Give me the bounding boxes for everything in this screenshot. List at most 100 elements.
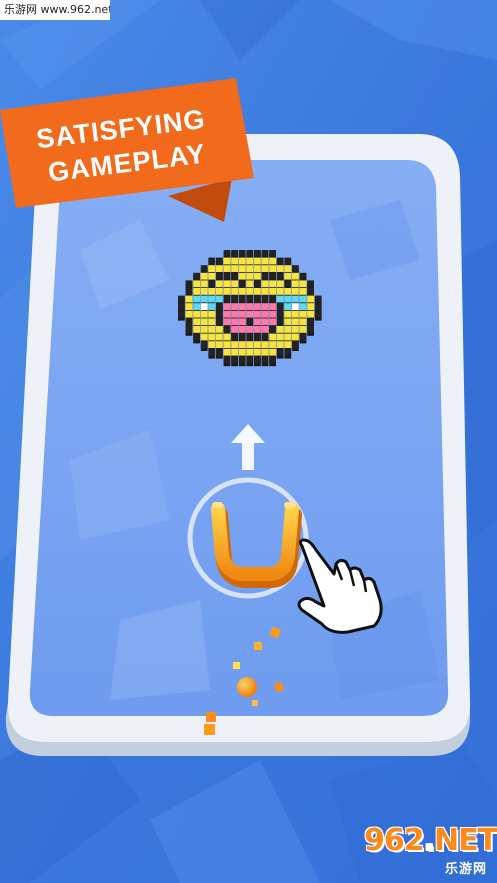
pixel-block <box>200 295 208 303</box>
pixel-block <box>284 333 292 341</box>
pixel-block <box>276 272 284 280</box>
pixel-block <box>261 341 269 348</box>
pixel-block <box>284 326 292 333</box>
pixel-block <box>261 288 269 295</box>
pixel-block <box>223 341 231 348</box>
pixel-block <box>292 341 299 348</box>
pixel-block <box>284 265 292 272</box>
pixel-block <box>223 280 231 288</box>
pixel-block <box>276 341 284 348</box>
pixel-block <box>299 333 307 341</box>
pixel-block <box>216 303 223 310</box>
pixel-block <box>185 295 193 303</box>
pixel-block <box>208 303 216 310</box>
pixel-block <box>292 303 299 310</box>
pixel-block <box>246 257 254 265</box>
pixel-block <box>223 310 231 318</box>
pixel-block <box>299 318 307 326</box>
game-scene[interactable]: SATISFYING GAMEPLAY <box>0 0 497 883</box>
pixel-block <box>238 318 246 326</box>
pixel-block <box>292 333 299 341</box>
pixel-block <box>185 310 193 318</box>
pixel-block <box>292 318 299 326</box>
pixel-block <box>292 288 299 295</box>
pixel-block <box>269 250 276 257</box>
pixel-block <box>200 318 208 326</box>
pixel-block <box>269 303 276 310</box>
pixel-block <box>254 280 261 288</box>
pixel-block <box>231 288 238 295</box>
pixel-block <box>223 250 231 257</box>
pixel-block <box>276 295 284 303</box>
pixel-block <box>238 341 246 348</box>
pixel-block <box>276 303 284 310</box>
pixel-block <box>193 333 200 341</box>
pixel-block <box>269 257 276 265</box>
pixel-block <box>284 318 292 326</box>
pixel-block <box>216 280 223 288</box>
pixel-block <box>292 295 299 303</box>
pixel-block <box>276 288 284 295</box>
pixel-block <box>200 303 208 310</box>
pixel-block <box>246 341 254 348</box>
pixel-block <box>299 310 307 318</box>
pixel-block <box>223 265 231 272</box>
pixel-block <box>246 272 254 280</box>
logo-main: 962.NET <box>364 823 497 858</box>
pixel-block <box>284 295 292 303</box>
pixel-block <box>185 303 193 310</box>
pixel-block <box>261 318 269 326</box>
pixel-block <box>261 310 269 318</box>
pixel-block <box>200 272 208 280</box>
pixel-block <box>261 333 269 341</box>
pixel-block <box>238 356 246 364</box>
pixel-block <box>231 333 238 341</box>
pixel-block <box>254 356 261 364</box>
pixel-block <box>231 326 238 333</box>
pixel-block <box>200 341 208 348</box>
pixel-block <box>307 280 314 288</box>
pixel-block <box>238 348 246 356</box>
pixel-block <box>261 250 269 257</box>
pixel-block <box>208 272 216 280</box>
pixel-block <box>276 280 284 288</box>
pixel-block <box>284 257 292 265</box>
pixel-block <box>307 295 314 303</box>
pixel-block <box>254 272 261 280</box>
pixel-block <box>185 318 193 326</box>
pixel-block <box>292 326 299 333</box>
pixel-block <box>269 356 276 364</box>
pixel-block <box>231 295 238 303</box>
pixel-block <box>216 348 223 356</box>
pixel-block <box>216 310 223 318</box>
pixel-block <box>231 348 238 356</box>
pixel-block <box>254 333 261 341</box>
pixel-block <box>261 265 269 272</box>
pixel-block <box>231 356 238 364</box>
pixel-block <box>223 348 231 356</box>
pixel-block <box>238 326 246 333</box>
pixel-block <box>276 326 284 333</box>
pixel-block <box>208 326 216 333</box>
pixel-block <box>254 303 261 310</box>
pixel-block <box>246 356 254 364</box>
pixel-block <box>246 250 254 257</box>
pixel-block <box>269 348 276 356</box>
logo-suffix: NET <box>434 823 497 858</box>
pixel-block <box>276 348 284 356</box>
pixel-block <box>254 318 261 326</box>
pixel-block <box>292 310 299 318</box>
pixel-block <box>223 272 231 280</box>
site-logo: 962.NET 乐游网 <box>364 821 497 877</box>
pixel-block <box>178 310 185 318</box>
pixel-block <box>223 326 231 333</box>
pixel-block <box>246 288 254 295</box>
pixel-block <box>193 326 200 333</box>
pixel-block <box>193 288 200 295</box>
pixel-block <box>246 326 254 333</box>
pixel-block <box>284 341 292 348</box>
pixel-block <box>254 257 261 265</box>
pixel-block <box>299 272 307 280</box>
pixel-block <box>208 333 216 341</box>
pixel-block <box>216 326 223 333</box>
